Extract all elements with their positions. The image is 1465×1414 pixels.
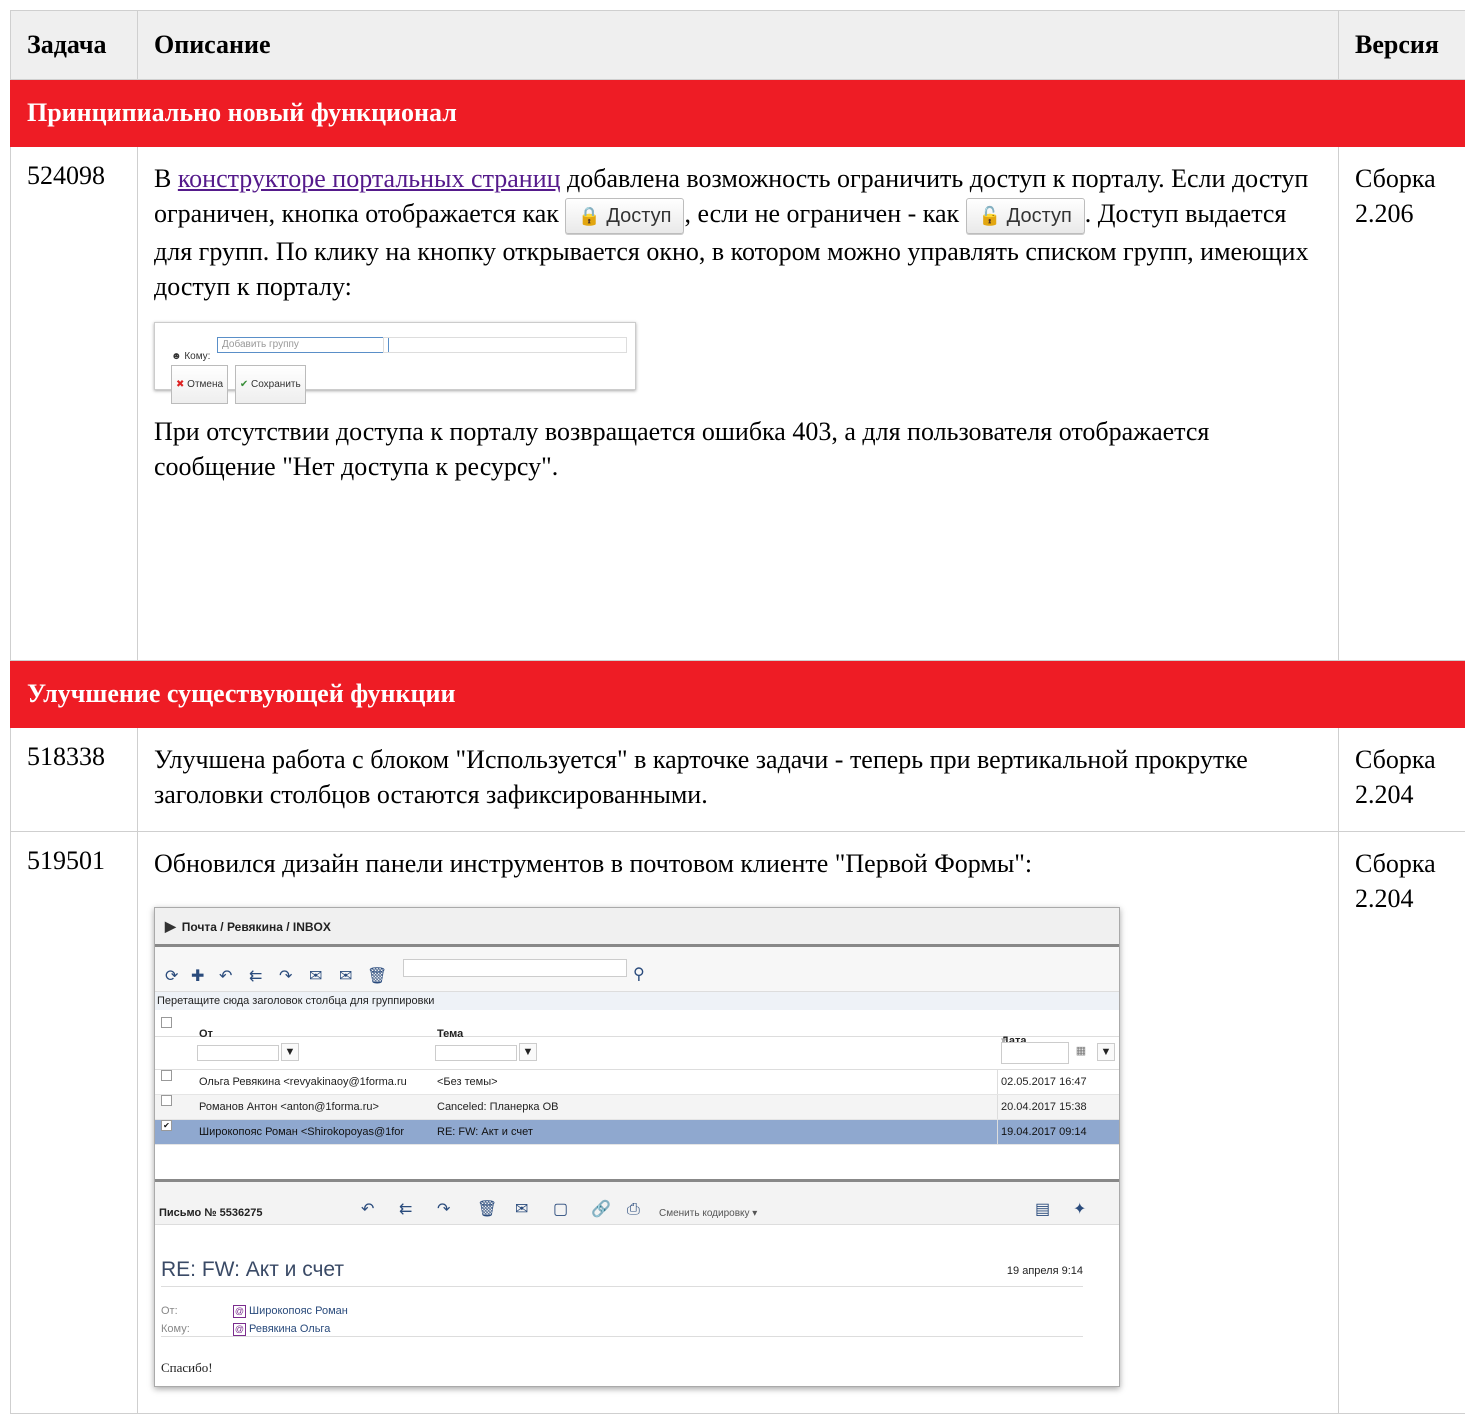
section-title: Улучшение существующей функции (11, 661, 1465, 728)
version-cell: Сборка 2.204 (1339, 728, 1465, 832)
search-icon[interactable]: ⚲ (633, 957, 645, 992)
expand-icon[interactable]: ✦ (1073, 1192, 1086, 1227)
mail-breadcrumb: ▶Почта / Ревякина / INBOX (155, 908, 1119, 947)
portal-constructor-link[interactable]: конструкторе портальных страниц (178, 164, 561, 193)
forward-icon[interactable]: ↷ (437, 1192, 450, 1227)
table-row: 518338 Улучшена работа с блоком "Использ… (11, 728, 1465, 832)
header-task: Задача (11, 11, 138, 80)
reply-icon[interactable]: ↶ (219, 959, 232, 994)
table-row: 524098 В конструкторе портальных страниц… (11, 147, 1465, 661)
desc-text: В (154, 164, 178, 193)
to-value[interactable]: @Ревякина Ольга (233, 1312, 330, 1347)
plus-icon[interactable]: ✚ (191, 959, 204, 994)
button-label: Доступ (606, 205, 671, 227)
desc-text: При отсутствии доступа к порталу возвращ… (154, 417, 1209, 481)
header-version: Версия (1339, 11, 1465, 80)
cancel-button[interactable]: ✖ Отмена (171, 365, 228, 404)
desc-text: , если не ограничен - как (684, 199, 965, 228)
letter-body: Спасибо! (161, 1350, 213, 1385)
letter-date: 19 апреля 9:14 (1007, 1254, 1083, 1289)
save-button[interactable]: ✔ Сохранить (235, 365, 306, 404)
at-icon: @ (233, 1323, 246, 1336)
play-icon: ▶ (165, 918, 176, 934)
table-header-row: Задача Описание Версия (11, 11, 1465, 80)
date-filter-input[interactable] (1001, 1042, 1069, 1064)
archive-icon[interactable]: ▤ (1035, 1192, 1050, 1227)
link-icon[interactable]: 🔗 (591, 1192, 611, 1227)
trash-icon[interactable]: 🗑 (477, 1192, 497, 1227)
letter-number: Письмо № 5536275 (159, 1196, 262, 1231)
table-row[interactable]: Романов Антон <anton@1forma.ru> Canceled… (155, 1095, 1119, 1120)
reply-all-icon[interactable]: ⇇ (249, 959, 262, 994)
envelope-open-icon[interactable]: ✉ (309, 959, 322, 994)
refresh-icon[interactable]: ⟳ (165, 959, 178, 994)
version-cell: Сборка 2.206 (1339, 147, 1465, 661)
task-id: 519501 (11, 832, 138, 1414)
section-row-improvement: Улучшение существующей функции (11, 661, 1465, 728)
section-row-new: Принципиально новый функционал (11, 80, 1465, 147)
version-cell: Сборка 2.204 (1339, 832, 1465, 1414)
lock-closed-icon: 🔒 (578, 206, 600, 226)
access-locked-button[interactable]: 🔒 Доступ (565, 198, 684, 234)
reply-all-icon[interactable]: ⇇ (399, 1192, 412, 1227)
table-row[interactable]: Ольга Ревякина <revyakinaoy@1forma.ru <Б… (155, 1070, 1119, 1095)
filter-icon[interactable]: ▼ (1097, 1043, 1115, 1061)
reply-icon[interactable]: ↶ (361, 1192, 374, 1227)
letter-subject: RE: FW: Акт и счет (161, 1252, 344, 1287)
description-cell: Улучшена работа с блоком "Используется" … (138, 728, 1339, 832)
to-label: Кому: (161, 1312, 190, 1347)
group-hint: Перетащите сюда заголовок столбца для гр… (155, 992, 1119, 1010)
from-filter-input[interactable] (197, 1045, 279, 1061)
mail-client-screenshot: ▶Почта / Ревякина / INBOX ⟳ ✚ ↶ ⇇ ↷ ✉ ✉ … (154, 907, 1120, 1387)
row-checkbox[interactable] (161, 1095, 172, 1106)
group-input-extra[interactable] (383, 337, 627, 353)
section-title: Принципиально новый функционал (11, 80, 1465, 147)
envelope-icon[interactable]: ✉ (515, 1192, 528, 1227)
mail-search-input[interactable] (403, 959, 627, 977)
header-description: Описание (138, 11, 1339, 80)
task-id: 518338 (11, 728, 138, 832)
change-encoding-dropdown[interactable]: Сменить кодировку ▾ (659, 1196, 757, 1231)
envelope-icon[interactable]: ✉ (339, 959, 352, 994)
group-input[interactable]: Добавить группу (217, 337, 389, 353)
description-cell: В конструкторе портальных страниц добавл… (138, 147, 1339, 661)
lock-open-icon: 🔓 (979, 206, 1001, 226)
mail-filter-row: ▼ ▼ ▦ ▼ (155, 1037, 1119, 1070)
mail-list-header: От Тема Дата ▾ (155, 1010, 1119, 1037)
access-unlocked-button[interactable]: 🔓 Доступ (966, 198, 1085, 234)
row-checkbox[interactable] (161, 1070, 172, 1081)
desc-text: Обновился дизайн панели инструментов в п… (154, 849, 1032, 878)
select-all-checkbox[interactable] (161, 1017, 172, 1028)
check-circle-icon: ✔ (240, 379, 248, 390)
print-icon[interactable]: ⎙ (627, 1192, 640, 1227)
note-icon[interactable]: ▢ (553, 1192, 568, 1227)
letter-toolbar: Письмо № 5536275 ↶ ⇇ ↷ 🗑 ✉ ▢ 🔗 ⎙ Сменить… (155, 1179, 1119, 1225)
description-cell: Обновился дизайн панели инструментов в п… (138, 832, 1339, 1414)
table-row: 519501 Обновился дизайн панели инструмен… (11, 832, 1465, 1414)
filter-icon[interactable]: ▼ (519, 1043, 537, 1061)
filter-icon[interactable]: ▼ (281, 1043, 299, 1061)
table-row[interactable]: ✔ Широкопояс Роман <Shirokopoyas@1for RE… (155, 1120, 1119, 1145)
trash-icon[interactable]: 🗑 (367, 959, 387, 994)
row-checkbox-checked[interactable]: ✔ (161, 1120, 172, 1131)
close-icon: ✖ (176, 379, 184, 390)
mail-toolbar: ⟳ ✚ ↶ ⇇ ↷ ✉ ✉ 🗑 ⚲ (155, 947, 1119, 992)
access-dialog: ☻ Кому: Добавить группу ✖ Отмена ✔ Сохра… (154, 322, 636, 390)
button-label: Доступ (1007, 205, 1072, 227)
release-notes-table: Задача Описание Версия Принципиально нов… (10, 10, 1465, 1414)
subject-filter-input[interactable] (435, 1045, 517, 1061)
task-id: 524098 (11, 147, 138, 661)
forward-icon[interactable]: ↷ (279, 959, 292, 994)
calendar-icon[interactable]: ▦ (1073, 1043, 1089, 1059)
